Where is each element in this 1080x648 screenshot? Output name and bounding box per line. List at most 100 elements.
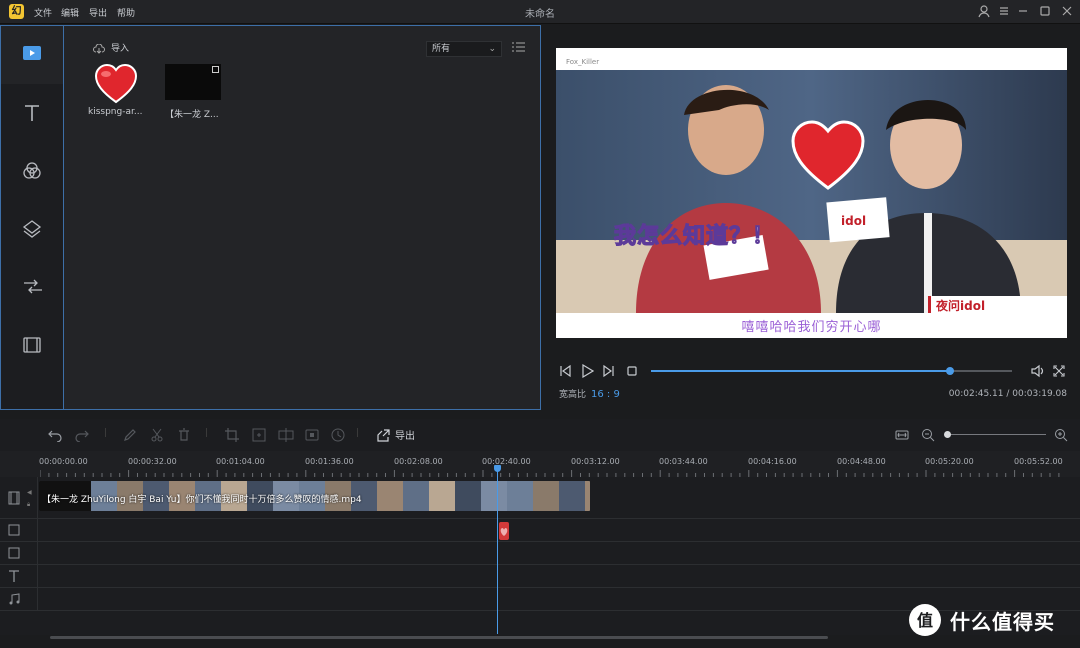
tab-overlays[interactable] — [1, 200, 63, 258]
zoom-slider-track[interactable] — [948, 434, 1046, 435]
library-panel: 导入 所有 ⌄ kisspng-ar... 【朱一龙 Z... — [0, 25, 541, 410]
media-item-heart[interactable]: kisspng-ar... — [88, 64, 148, 117]
video-thumbnail — [165, 64, 221, 100]
pip-track-1[interactable] — [0, 519, 1080, 542]
speaker-icon[interactable]: ◀ — [27, 489, 32, 496]
filter-circles-icon — [23, 162, 41, 179]
text-track[interactable] — [0, 565, 1080, 588]
total-time: 00:03:19.08 — [1012, 389, 1067, 399]
track-header — [0, 519, 38, 541]
tab-text[interactable] — [1, 84, 63, 142]
import-button[interactable]: 导入 — [93, 41, 129, 54]
side-tabs — [1, 26, 63, 409]
tab-filters[interactable] — [1, 142, 63, 200]
track-header: ◀ 🔒︎ — [0, 477, 38, 518]
track-header — [0, 588, 38, 610]
zoom-frame-icon[interactable] — [252, 428, 266, 442]
mosaic-icon[interactable] — [305, 428, 319, 442]
aspect-ratio[interactable]: 宽高比 16 : 9 — [559, 387, 620, 400]
next-frame-icon[interactable] — [602, 364, 616, 378]
stop-icon[interactable] — [626, 365, 638, 377]
pip-track-2[interactable] — [0, 542, 1080, 565]
speed-clock-icon[interactable] — [331, 428, 345, 442]
seek-bar-remaining[interactable] — [950, 370, 1012, 372]
playhead-line[interactable] — [497, 466, 498, 634]
clip-frame — [481, 481, 507, 511]
undo-icon[interactable] — [47, 428, 63, 442]
clip-frame — [533, 481, 559, 511]
import-icon — [93, 43, 105, 54]
media-item-video[interactable]: 【朱一龙 Z... — [165, 64, 225, 120]
zoom-slider-handle[interactable] — [944, 431, 951, 438]
edit-toolbar: | | | 导出 — [0, 419, 1080, 451]
film-icon — [8, 491, 20, 505]
menu-export[interactable]: 导出 — [89, 6, 107, 19]
minimize-icon[interactable] — [1016, 4, 1030, 18]
chevron-down-icon: ⌄ — [488, 44, 496, 54]
heart-clip[interactable] — [499, 522, 509, 540]
fullscreen-icon[interactable] — [1052, 364, 1066, 378]
ruler-label: 00:04:48.00 — [837, 457, 886, 466]
media-item-name: kisspng-ar... — [88, 107, 143, 117]
clip-frame — [585, 481, 590, 511]
prev-frame-icon[interactable] — [558, 364, 572, 378]
text-icon — [9, 570, 19, 582]
export-label: 导出 — [395, 431, 415, 442]
filter-value: 所有 — [432, 44, 451, 54]
playback-controls — [556, 362, 1067, 380]
volume-icon[interactable] — [1030, 364, 1046, 378]
ruler-label: 00:03:44.00 — [659, 457, 708, 466]
overlay-caption: 我怎么知道？！ — [613, 223, 776, 249]
crop-icon[interactable] — [225, 428, 239, 442]
text-icon — [25, 105, 39, 121]
media-item-name: 【朱一龙 Z... — [165, 110, 219, 120]
ruler-label: 00:05:20.00 — [925, 457, 974, 466]
scissors-icon[interactable] — [150, 428, 164, 442]
aspect-label: 宽高比 — [559, 390, 587, 400]
tab-elements[interactable] — [1, 316, 63, 374]
menu-lines-icon[interactable] — [997, 4, 1011, 18]
playhead-handle[interactable] — [494, 465, 501, 472]
maximize-icon[interactable] — [1038, 4, 1052, 18]
close-icon[interactable] — [1060, 4, 1074, 18]
ruler-label: 00:04:16.00 — [748, 457, 797, 466]
music-note-icon — [9, 593, 20, 605]
zoom-in-icon[interactable] — [1054, 428, 1068, 442]
menu-file[interactable]: 文件 — [34, 6, 52, 19]
toolbar-divider: | — [356, 428, 360, 438]
app-logo: 幻 — [9, 4, 24, 19]
toolbar-divider: | — [205, 428, 209, 438]
ruler-label: 00:00:32.00 — [128, 457, 177, 466]
media-filter-select[interactable]: 所有 ⌄ — [426, 41, 502, 57]
ruler-label: 00:02:40.00 — [482, 457, 531, 466]
checkbox-icon[interactable] — [212, 66, 219, 73]
watermark-text: 什么值得买 — [950, 610, 1055, 634]
tab-media[interactable] — [1, 26, 63, 84]
redo-icon[interactable] — [74, 428, 90, 442]
trash-icon[interactable] — [177, 428, 191, 442]
title-bar: 幻 文件 编辑 导出 帮助 未命名 — [0, 0, 1080, 24]
lock-icon[interactable]: 🔒︎ — [27, 501, 30, 509]
layers-icon — [22, 220, 42, 238]
clip-frame — [403, 481, 429, 511]
clip-frame — [507, 481, 533, 511]
pencil-icon[interactable] — [123, 428, 137, 442]
export-button[interactable]: 导出 — [376, 427, 415, 443]
video-clip[interactable]: 【朱一龙 ZhuYilong 白宇 Bai Yu】你们不懂我同时十万倍多么赞叹的… — [39, 481, 590, 511]
user-icon[interactable] — [977, 4, 991, 18]
timeline-scrollbar[interactable] — [50, 636, 828, 639]
time-readout: 00:02:45.11 / 00:03:19.08 — [948, 389, 1067, 399]
list-view-icon[interactable] — [512, 42, 525, 52]
seek-handle[interactable] — [946, 367, 954, 375]
zoom-out-icon[interactable] — [921, 428, 935, 442]
tab-transitions[interactable] — [1, 258, 63, 316]
seek-bar-progress[interactable] — [651, 370, 950, 372]
menu-help[interactable]: 帮助 — [117, 6, 135, 19]
fit-timeline-icon[interactable] — [895, 428, 909, 442]
site-watermark: 值 什么值得买 — [908, 603, 1078, 641]
menu-edit[interactable]: 编辑 — [61, 6, 79, 19]
video-track[interactable]: ◀ 🔒︎ 【朱一龙 ZhuYilong 白宇 Bai Yu】你们不懂我同时十万倍… — [0, 477, 1080, 519]
play-icon[interactable] — [580, 364, 594, 378]
timeline-ruler[interactable]: 00:00:00.00 00:00:32.00 00:01:04.00 00:0… — [0, 451, 1080, 477]
split-icon[interactable] — [278, 428, 294, 442]
